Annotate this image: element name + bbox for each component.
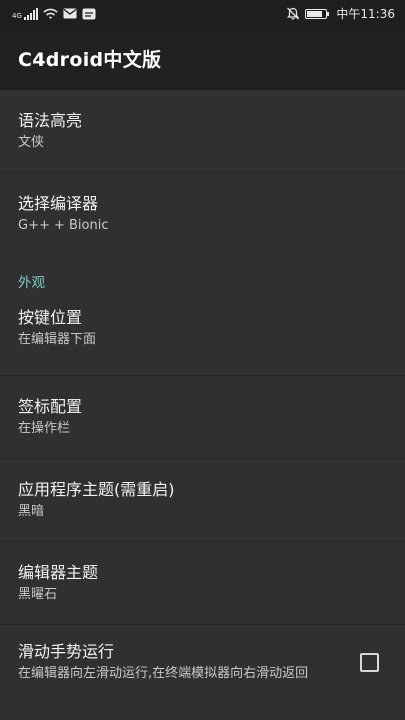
pref-key-position[interactable]: 按键位置 在编辑器下面 <box>0 292 405 376</box>
status-left: 4G <box>12 7 96 20</box>
pref-editor-theme[interactable]: 编辑器主题 黑曜石 <box>0 542 405 625</box>
pref-summary: G++ + Bionic <box>18 218 109 233</box>
pref-summary: 在编辑器下面 <box>18 332 97 347</box>
pref-summary: 黑暗 <box>18 504 45 519</box>
battery-level-fill <box>307 10 323 17</box>
wifi-icon <box>43 8 58 19</box>
pref-title: 按键位置 <box>18 308 83 327</box>
pref-select-compiler[interactable]: 选择编译器 G++ + Bionic <box>0 173 405 256</box>
mute-bell-icon <box>287 7 300 20</box>
pref-summary: 在操作栏 <box>18 421 71 436</box>
pref-syntax-highlighting[interactable]: 语法高亮 文侠 <box>0 90 405 173</box>
pref-summary: 黑曜石 <box>18 587 58 602</box>
app-bar: C4droid中文版 <box>0 27 405 90</box>
signal-icon <box>23 7 38 20</box>
swipe-gesture-checkbox[interactable] <box>360 653 379 672</box>
pref-title: 选择编译器 <box>18 194 99 213</box>
screen: 4G 中午11:36 C4droid中文版 语法高亮 文侠 选择编译器 G++ … <box>0 0 405 720</box>
pref-title: 编辑器主题 <box>18 563 99 582</box>
pref-swipe-gesture-run[interactable]: 滑动手势运行 在编辑器向左滑动运行,在终端模拟器向右滑动返回 <box>0 625 405 720</box>
battery-icon <box>305 8 330 19</box>
settings-list: 语法高亮 文侠 选择编译器 G++ + Bionic 外观 按键位置 在编辑器下… <box>0 90 405 720</box>
pref-tab-config[interactable]: 签标配置 在操作栏 <box>0 376 405 459</box>
notification-icon <box>82 8 96 19</box>
status-right: 中午11:36 <box>286 5 395 22</box>
category-appearance: 外观 <box>18 275 45 291</box>
pref-title: 应用程序主题(需重启) <box>18 480 175 499</box>
app-title: C4droid中文版 <box>18 49 162 71</box>
status-time: 中午11:36 <box>336 7 395 21</box>
pref-title: 滑动手势运行 <box>18 642 115 661</box>
pref-summary: 在编辑器向左滑动运行,在终端模拟器向右滑动返回 <box>18 666 309 681</box>
network-type-label: 4G <box>12 11 22 20</box>
pref-app-theme[interactable]: 应用程序主题(需重启) 黑暗 <box>0 459 405 542</box>
pref-title: 语法高亮 <box>18 111 83 130</box>
mail-icon <box>63 8 77 19</box>
pref-title: 签标配置 <box>18 397 83 416</box>
status-bar: 4G 中午11:36 <box>0 0 405 27</box>
pref-summary: 文侠 <box>18 135 45 150</box>
